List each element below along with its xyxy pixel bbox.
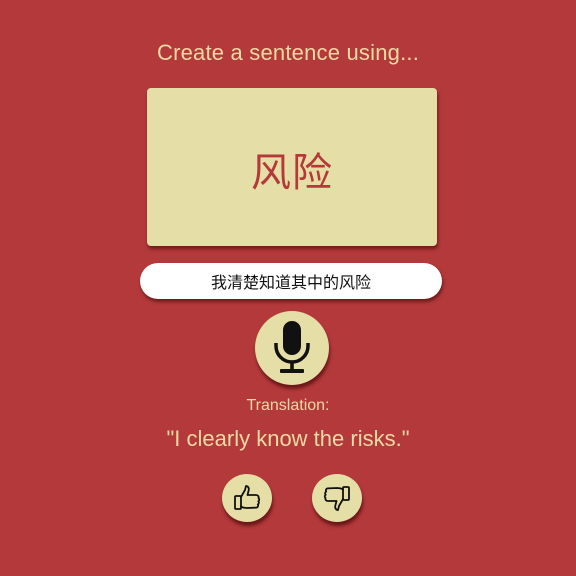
sentence-input[interactable] [140, 263, 442, 299]
thumbs-down-button[interactable] [312, 474, 362, 522]
thumbs-down-icon [323, 486, 350, 511]
thumbs-up-button[interactable] [222, 474, 272, 522]
prompt-heading: Create a sentence using... [156, 40, 420, 65]
record-button[interactable] [255, 311, 329, 385]
microphone-icon [274, 321, 310, 373]
vocabulary-word: 风险 [251, 150, 333, 196]
translation-label: Translation: [246, 397, 330, 414]
thumbs-up-icon [234, 485, 261, 510]
translation-text: "I clearly know the risks." [166, 426, 410, 451]
vocabulary-card: 风险 [147, 88, 437, 246]
